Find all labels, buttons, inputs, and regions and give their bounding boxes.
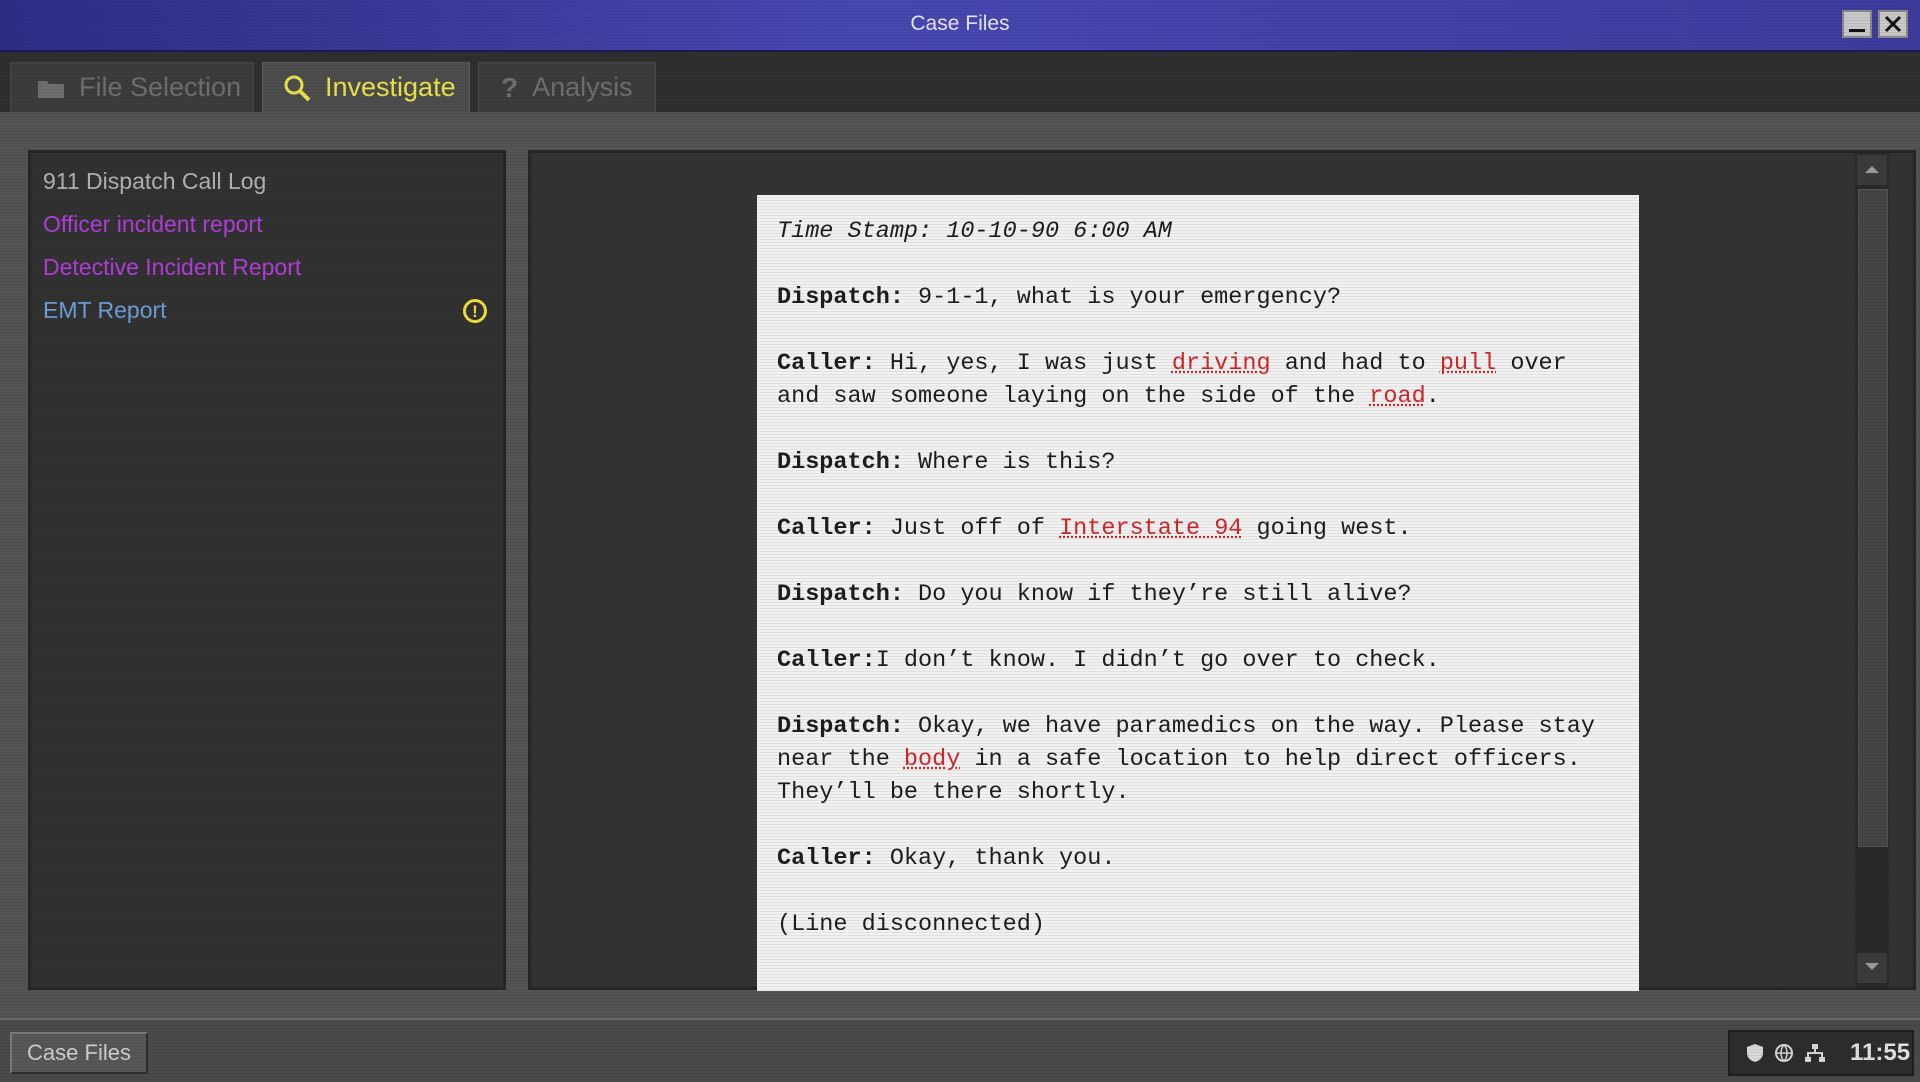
tab-label: Investigate (325, 72, 456, 103)
speaker-label: Caller: (777, 647, 876, 674)
speaker-label: Caller: (777, 845, 876, 872)
network-icon[interactable] (1804, 1043, 1826, 1063)
magnifier-icon (283, 74, 311, 102)
transcript-line: Dispatch: Where is this? (777, 446, 1619, 479)
speaker-label: Caller: (777, 350, 876, 377)
folder-icon (37, 77, 65, 99)
scroll-up-button[interactable] (1857, 155, 1887, 185)
close-icon (1884, 15, 1902, 33)
timestamp: Time Stamp: 10-10-90 6:00 AM (777, 215, 1619, 248)
tab-label: File Selection (79, 72, 241, 103)
speaker-label: Dispatch: (777, 449, 904, 476)
tab-bar: File Selection Investigate ? Analysis (0, 52, 1920, 112)
scroll-thumb[interactable] (1858, 189, 1888, 847)
speaker-label: Caller: (777, 515, 876, 542)
document-page: Time Stamp: 10-10-90 6:00 AM Dispatch: 9… (757, 195, 1639, 991)
speaker-label: Dispatch: (777, 581, 904, 608)
system-tray: 11:55 (1728, 1030, 1914, 1076)
transcript-line: Caller: Hi, yes, I was just driving and … (777, 347, 1619, 413)
tab-analysis[interactable]: ? Analysis (478, 62, 656, 112)
minimize-button[interactable] (1842, 10, 1872, 38)
window-title: Case Files (0, 12, 1920, 36)
title-bar: Case Files (0, 0, 1920, 52)
taskbar: Case Files 11:55 (0, 1018, 1920, 1082)
minimize-icon (1849, 29, 1865, 32)
keyword-body[interactable]: body (904, 746, 960, 773)
transcript-line: Caller: Okay, thank you. (777, 842, 1619, 875)
arrow-down-icon (1864, 962, 1880, 972)
globe-icon[interactable] (1774, 1043, 1794, 1063)
close-button[interactable] (1878, 10, 1908, 38)
scroll-down-button[interactable] (1857, 953, 1887, 983)
arrow-up-icon (1864, 164, 1880, 174)
transcript-line: Caller: Just off of Interstate 94 going … (777, 512, 1619, 545)
file-item-911-dispatch[interactable]: 911 Dispatch Call Log (43, 165, 266, 197)
transcript-line: Dispatch: 9-1-1, what is your emergency? (777, 281, 1619, 314)
document-viewer: Time Stamp: 10-10-90 6:00 AM Dispatch: 9… (528, 150, 1916, 990)
file-list-panel: 911 Dispatch Call Log Officer incident r… (28, 150, 506, 990)
alert-icon: ! (463, 299, 487, 323)
file-item-officer-report[interactable]: Officer incident report (43, 208, 262, 240)
transcript-line: Dispatch: Do you know if they’re still a… (777, 578, 1619, 611)
file-item-emt-report[interactable]: EMT Report (43, 294, 167, 326)
keyword-driving[interactable]: driving (1172, 350, 1271, 377)
clock: 11:55 (1850, 1039, 1910, 1067)
speaker-label: Dispatch: (777, 713, 904, 740)
vertical-scrollbar[interactable] (1855, 153, 1889, 987)
tab-file-selection[interactable]: File Selection (10, 62, 254, 112)
transcript-line: Caller:I don’t know. I didn’t go over to… (777, 644, 1619, 677)
closing-line: (Line disconnected) (777, 908, 1619, 941)
keyword-interstate-94[interactable]: Interstate 94 (1059, 515, 1242, 542)
transcript-line: Dispatch: Okay, we have paramedics on th… (777, 710, 1619, 809)
speaker-label: Dispatch: (777, 284, 904, 311)
shield-icon[interactable] (1746, 1043, 1764, 1063)
question-icon: ? (501, 72, 518, 104)
keyword-pull[interactable]: pull (1440, 350, 1496, 377)
tab-label: Analysis (532, 72, 633, 103)
taskbar-case-files-button[interactable]: Case Files (10, 1032, 148, 1074)
keyword-road[interactable]: road (1369, 383, 1425, 410)
tab-investigate[interactable]: Investigate (262, 62, 470, 112)
file-item-detective-report[interactable]: Detective Incident Report (43, 251, 301, 283)
